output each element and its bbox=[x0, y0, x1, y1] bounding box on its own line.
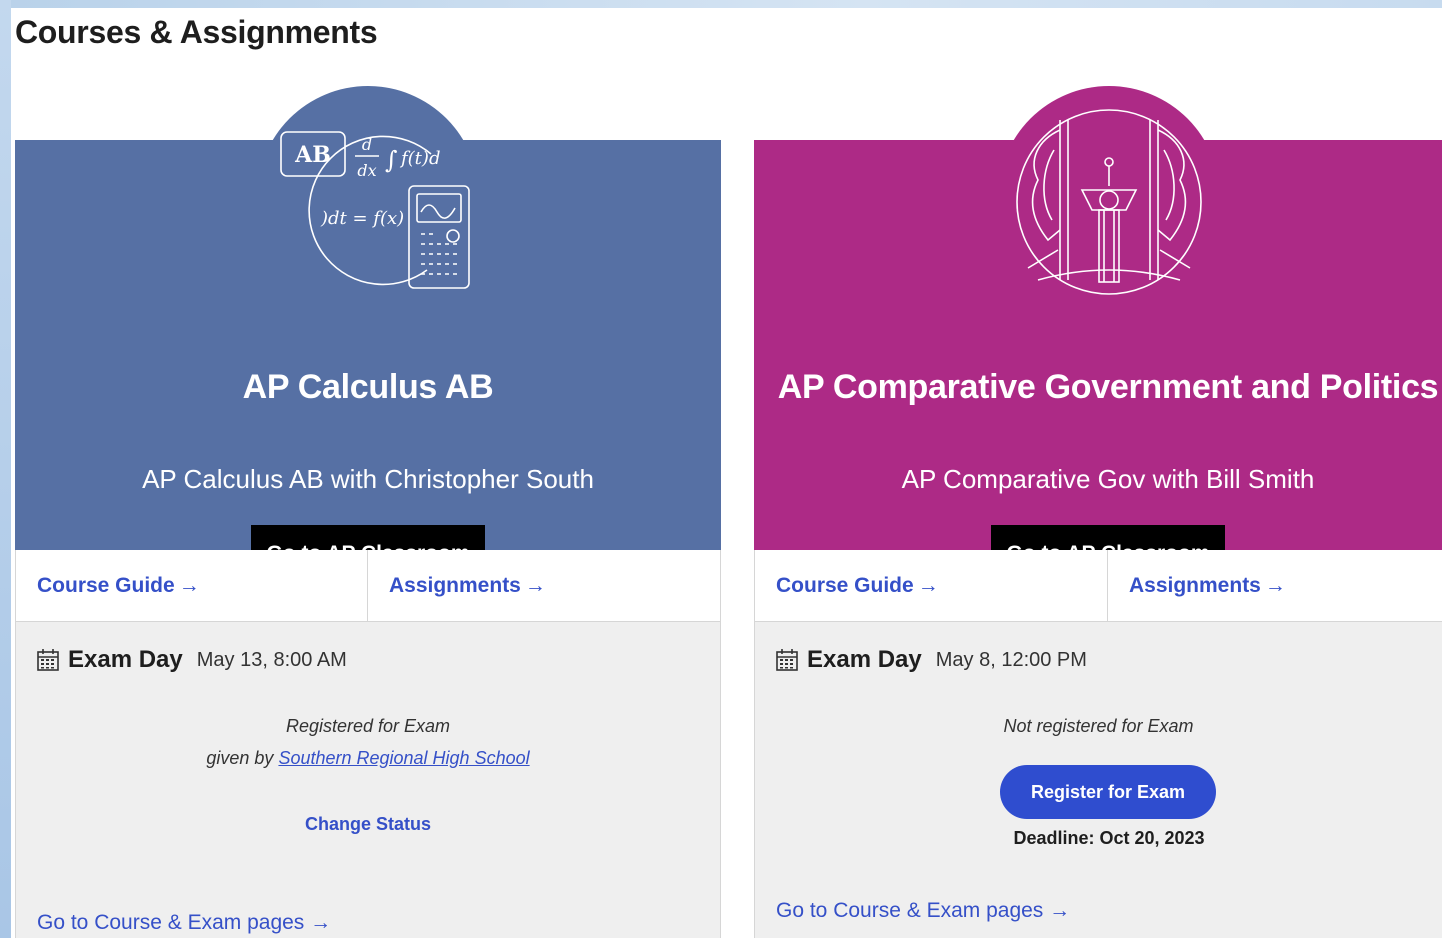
course-guide-link[interactable]: Course Guide → bbox=[37, 550, 200, 622]
registration-status: Registered for Exam bbox=[285, 716, 451, 736]
course-exam-pages-label: Go to Course & Exam pages bbox=[37, 911, 305, 934]
exam-day-row: Exam Day May 8, 12:00 PM bbox=[775, 646, 1087, 674]
course-exam-pages-link[interactable]: Go to Course & Exam pages → bbox=[37, 911, 331, 935]
calendar-icon bbox=[776, 649, 798, 671]
exam-panel: Exam Day May 8, 12:00 PM Not registered … bbox=[754, 622, 1442, 938]
exam-day-row: Exam Day May 13, 8:00 AM bbox=[36, 646, 347, 674]
school-link[interactable]: Southern Regional High School bbox=[278, 748, 529, 768]
links-divider bbox=[367, 550, 368, 622]
calculus-formula-calculator-icon: AB d dx ∫ f(t)d )dt = f(x) bbox=[280, 131, 470, 289]
course-links-bar: Course Guide → Assignments → bbox=[754, 550, 1442, 622]
illustration-d-text: d bbox=[362, 135, 372, 154]
arrow-right-icon: → bbox=[1043, 899, 1071, 922]
illustration-dx-text: dx bbox=[357, 161, 376, 180]
exam-panel: Exam Day May 13, 8:00 AM Registered for … bbox=[15, 622, 721, 938]
register-for-exam-button[interactable]: Register for Exam bbox=[1000, 765, 1216, 819]
window-left-strip bbox=[0, 0, 11, 938]
arrow-right-icon: → bbox=[524, 574, 546, 597]
course-section-name: AP Comparative Gov with Bill Smith bbox=[901, 464, 1315, 494]
change-status-link[interactable]: Change Status bbox=[16, 814, 720, 835]
assignments-label: Assignments bbox=[1129, 574, 1261, 597]
registration-status: Not registered for Exam bbox=[1003, 716, 1194, 736]
illustration-ab-text: AB bbox=[294, 142, 331, 168]
arrow-right-icon: → bbox=[917, 574, 939, 597]
arrow-right-icon: → bbox=[304, 911, 332, 934]
course-card-calculus: AP Calculus AB AP Calculus AB with Chris… bbox=[15, 86, 721, 938]
window-top-strip bbox=[0, 0, 1442, 8]
course-guide-link[interactable]: Course Guide → bbox=[776, 550, 939, 622]
illustration-fx-text: f(t)d bbox=[399, 148, 440, 169]
course-guide-label: Course Guide bbox=[37, 574, 175, 597]
course-guide-label: Course Guide bbox=[776, 574, 914, 597]
assignments-label: Assignments bbox=[389, 574, 521, 597]
exam-date: May 8, 12:00 PM bbox=[935, 648, 1087, 671]
course-exam-pages-link[interactable]: Go to Course & Exam pages → bbox=[776, 899, 1070, 923]
course-links-bar: Course Guide → Assignments → bbox=[15, 550, 721, 622]
course-title: AP Comparative Government and Politics bbox=[777, 368, 1439, 406]
given-by-prefix: given by bbox=[206, 748, 274, 768]
exam-day-label: Exam Day bbox=[807, 646, 922, 673]
course-section-name: AP Calculus AB with Christopher South bbox=[142, 464, 594, 494]
illustration-integral-sign: ∫ bbox=[385, 146, 398, 174]
given-by-line: given by Southern Regional High School bbox=[16, 748, 720, 769]
arrow-right-icon: → bbox=[178, 574, 200, 597]
registration-deadline: Deadline: Oct 20, 2023 bbox=[1013, 828, 1205, 848]
arrow-right-icon: → bbox=[1264, 574, 1286, 597]
exam-day-label: Exam Day bbox=[68, 646, 183, 673]
assignments-link[interactable]: Assignments → bbox=[389, 550, 546, 622]
links-divider bbox=[1107, 550, 1108, 622]
course-title: AP Calculus AB bbox=[242, 368, 494, 406]
calendar-icon bbox=[37, 649, 59, 671]
assignments-link[interactable]: Assignments → bbox=[1129, 550, 1286, 622]
exam-date: May 13, 8:00 AM bbox=[196, 648, 347, 671]
course-exam-pages-label: Go to Course & Exam pages bbox=[776, 899, 1044, 922]
government-podium-flags-icon bbox=[1016, 109, 1202, 295]
course-card-government: AP Comparative Government and Politics A… bbox=[754, 86, 1442, 938]
illustration-equation-text: )dt = f(x) bbox=[320, 208, 404, 229]
page-title: Courses & Assignments bbox=[15, 14, 378, 50]
